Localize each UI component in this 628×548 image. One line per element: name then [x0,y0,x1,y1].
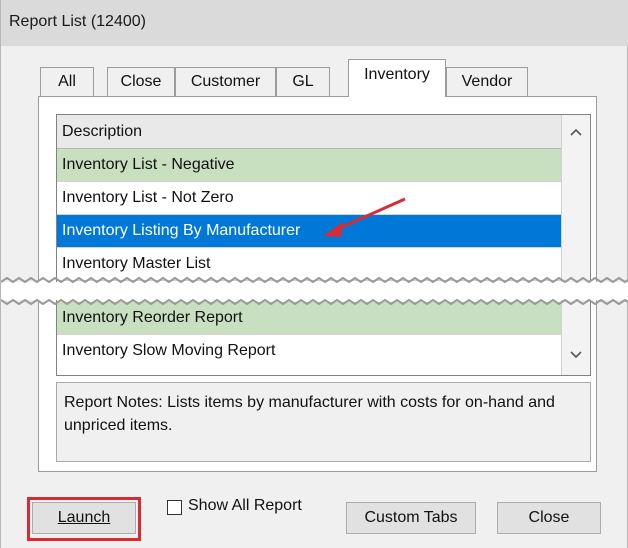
tab-vendor[interactable]: Vendor [446,67,528,97]
annotation-arrow-icon [323,197,406,237]
window-title: Report List (12400) [9,13,146,30]
show-all-report-label[interactable]: Show All Report [188,497,302,515]
tab-customer[interactable]: Customer [175,67,276,97]
show-all-report-checkbox[interactable] [167,500,182,515]
close-button[interactable]: Close [497,502,601,534]
tab-all[interactable]: All [40,67,94,97]
tab-gl[interactable]: GL [276,67,330,97]
scroll-up-arrow-icon[interactable] [569,125,583,139]
torn-edge-break [1,276,628,306]
title-bar: Report List (12400) [1,0,628,46]
tab-close[interactable]: Close [107,67,175,97]
list-row-selected[interactable]: Inventory Listing By Manufacturer [57,215,562,248]
report-notes-box: Report Notes: Lists items by manufacture… [56,382,591,462]
list-row[interactable]: Inventory List - Not Zero [57,182,562,215]
tab-inventory[interactable]: Inventory [348,59,446,97]
list-row[interactable]: Inventory Slow Moving Report [57,335,562,368]
list-scrollbar[interactable] [561,115,590,375]
list-row[interactable]: Inventory List - Negative [57,149,562,182]
launch-button[interactable]: Launch [32,502,136,534]
scroll-down-arrow-icon[interactable] [569,347,583,361]
report-listbox[interactable]: Description Inventory List - Negative In… [56,114,591,376]
report-list-window: Report List (12400) All Close Customer G… [0,0,628,548]
column-header-description[interactable]: Description [57,115,562,149]
custom-tabs-button[interactable]: Custom Tabs [346,502,476,534]
